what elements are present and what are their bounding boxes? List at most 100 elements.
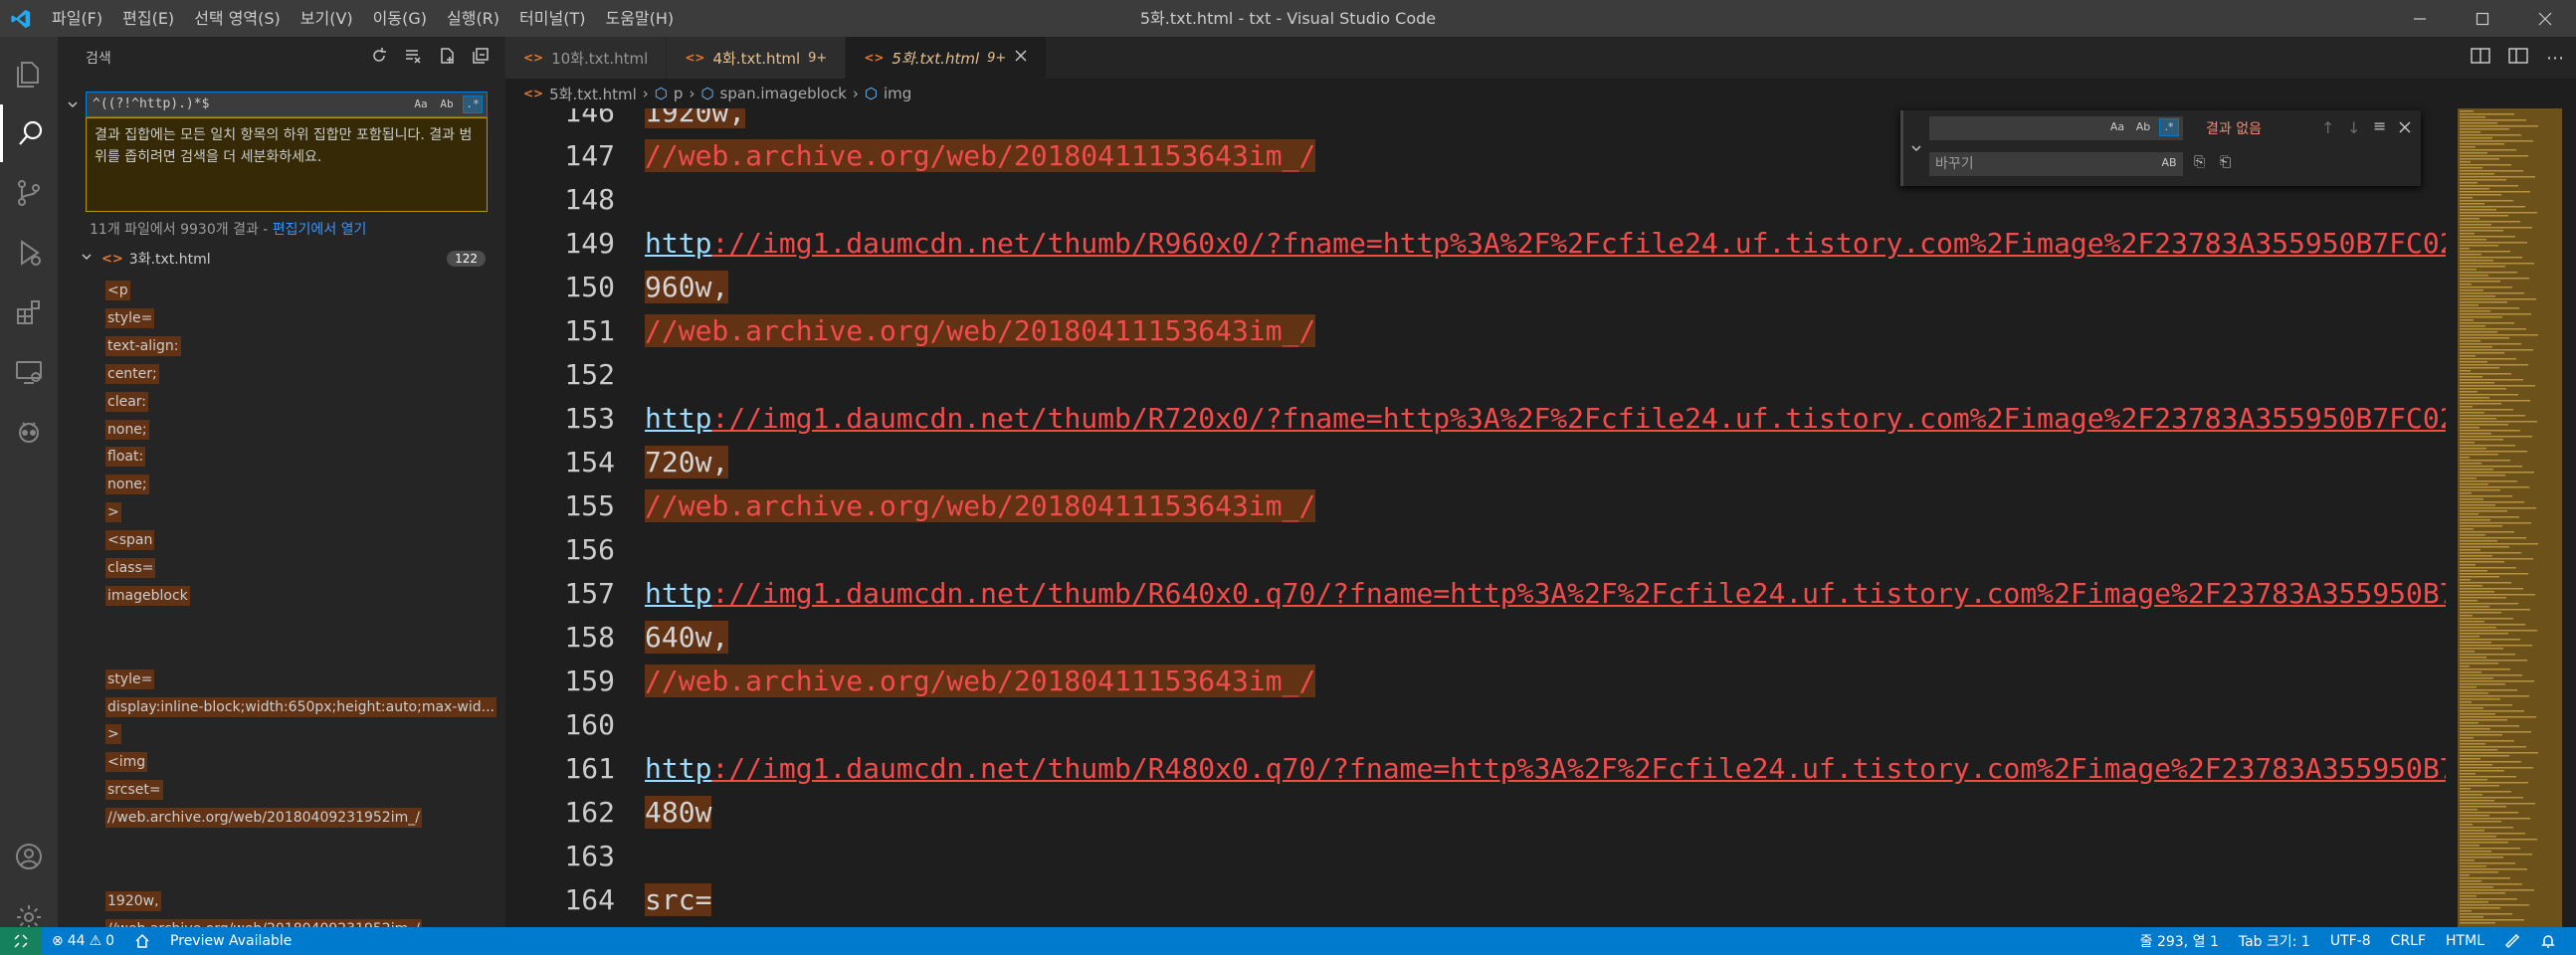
url-scheme-token[interactable]: http (645, 402, 711, 435)
home-icon[interactable] (124, 933, 160, 949)
problems-indicator[interactable]: ⊗ 44 ⚠ 0 (42, 933, 124, 949)
line-number: 153 (564, 402, 615, 435)
breadcrumb-item[interactable]: p (674, 85, 684, 102)
search-icon[interactable] (0, 104, 58, 162)
cursor-position[interactable]: 줄 293, 열 1 (2130, 931, 2229, 951)
find-input[interactable]: Aa Ab .* (1929, 116, 2183, 140)
toggle-replace-chevron-icon[interactable] (66, 96, 80, 115)
extensions-icon[interactable] (0, 284, 58, 341)
previous-match-icon[interactable]: ↑ (2321, 118, 2334, 137)
url-scheme-token[interactable]: http (645, 752, 711, 785)
collapse-all-icon[interactable] (472, 47, 490, 69)
copilot-icon[interactable] (0, 403, 58, 461)
run-debug-icon[interactable] (0, 224, 58, 282)
refresh-icon[interactable] (370, 47, 388, 69)
open-in-editor-link[interactable]: 편집기에서 열기 (273, 222, 367, 238)
match-whole-word-toggle[interactable]: Ab (437, 96, 457, 113)
next-match-icon[interactable]: ↓ (2347, 118, 2360, 137)
search-match-item[interactable]: <img (105, 752, 148, 773)
menu-view[interactable]: 보기(V) (291, 0, 363, 37)
search-warning-message: 결과 집합에는 모든 일치 항목의 하위 집합만 포함됩니다. 결과 범위를 좁… (86, 117, 488, 212)
menu-selection[interactable]: 선택 영역(S) (184, 0, 291, 37)
open-preview-icon[interactable] (2471, 47, 2490, 69)
search-match-item[interactable]: class= (105, 558, 156, 578)
feedback-icon[interactable] (2494, 933, 2530, 949)
search-match-item[interactable]: <span (105, 530, 155, 551)
url-scheme-token[interactable]: http (645, 227, 711, 260)
search-match-item[interactable]: none; (105, 475, 149, 495)
tab-bar: <> 10화.txt.html <> 4화.txt.html 9+ <> 5화.… (505, 37, 2576, 79)
search-match-item[interactable]: //web.archive.org/web/20180409231952im_/ (105, 808, 422, 829)
language-mode[interactable]: HTML (2436, 933, 2494, 949)
new-search-editor-icon[interactable] (438, 47, 456, 69)
remote-indicator-icon[interactable] (0, 927, 42, 955)
more-actions-icon[interactable]: ⋯ (2546, 48, 2564, 69)
replace-input[interactable]: 바꾸기 AB (1929, 152, 2183, 176)
minimap[interactable] (2452, 108, 2576, 927)
replace-all-icon[interactable]: ⎗ (2220, 154, 2231, 170)
remote-explorer-icon[interactable] (0, 343, 58, 401)
search-match-item[interactable]: > (105, 724, 121, 745)
search-match-item[interactable]: 1920w, (105, 890, 161, 911)
result-file-row[interactable]: <> 3화.txt.html 122 (80, 246, 497, 272)
breadcrumb-item[interactable]: span.imageblock (720, 85, 847, 102)
replace-one-icon[interactable]: ⎘ (2194, 154, 2205, 170)
search-match-item[interactable]: clear: (105, 391, 149, 412)
url-link-token[interactable]: ://img1.daumcdn.net/thumb/R720x0/?fname=… (711, 402, 2446, 435)
maximize-icon[interactable] (2451, 0, 2513, 37)
source-control-icon[interactable] (0, 164, 58, 222)
tab-size[interactable]: Tab 크기: 1 (2229, 931, 2320, 951)
close-window-icon[interactable] (2513, 0, 2576, 37)
match-case-toggle[interactable]: Aa (2107, 118, 2127, 136)
menu-go[interactable]: 이동(G) (363, 0, 437, 37)
end-of-line[interactable]: CRLF (2381, 933, 2436, 949)
tab-5-html[interactable]: <> 5화.txt.html 9+ (846, 37, 1048, 79)
preview-available-status[interactable]: Preview Available (160, 933, 301, 949)
use-regex-toggle[interactable]: .* (2159, 118, 2179, 136)
chevron-down-icon[interactable] (80, 250, 94, 268)
menu-terminal[interactable]: 터미널(T) (509, 0, 595, 37)
menu-help[interactable]: 도움말(H) (595, 0, 684, 37)
search-match-item[interactable]: srcset= (105, 780, 163, 801)
explorer-icon[interactable] (0, 45, 58, 102)
notifications-bell-icon[interactable] (2530, 933, 2566, 949)
minimize-icon[interactable] (2388, 0, 2451, 37)
search-match-item[interactable]: style= (105, 668, 155, 689)
tab-10-html[interactable]: <> 10화.txt.html (505, 37, 668, 79)
code-line: 159 //web.archive.org/web/20180411153643i… (505, 660, 2446, 703)
search-match-item[interactable]: imageblock (105, 585, 190, 606)
code-editor[interactable]: 146 1920w, 147 //web.archive.org/web/201804… (505, 108, 2446, 927)
menu-run[interactable]: 실행(R) (437, 0, 509, 37)
url-link-token[interactable]: ://img1.daumcdn.net/thumb/R480x0.q70/?fn… (711, 752, 2446, 785)
search-match-item[interactable]: none; (105, 419, 149, 440)
url-link-token[interactable]: ://img1.daumcdn.net/thumb/R960x0/?fname=… (711, 227, 2446, 260)
search-match-item[interactable]: center; (105, 363, 159, 384)
search-match-item[interactable]: float: (105, 447, 146, 468)
menu-file[interactable]: 파일(F) (42, 0, 112, 37)
search-input[interactable]: ^((?!^http).)*$ Aa Ab .* (86, 92, 488, 117)
line-number: 159 (564, 665, 615, 697)
tab-4-html[interactable]: <> 4화.txt.html 9+ (667, 37, 847, 79)
split-editor-icon[interactable] (2508, 47, 2528, 69)
find-in-selection-icon[interactable]: ≡ (2373, 116, 2386, 135)
account-icon[interactable] (0, 828, 58, 885)
menu-edit[interactable]: 편집(E) (112, 0, 184, 37)
search-match-item[interactable]: <p (105, 281, 130, 300)
use-regex-toggle[interactable]: .* (463, 96, 483, 113)
close-tab-icon[interactable] (1014, 49, 1028, 67)
breadcrumb-item[interactable]: img (884, 85, 911, 102)
toggle-replace-chevron-icon[interactable] (1909, 140, 1923, 159)
close-find-icon[interactable] (2399, 118, 2411, 137)
match-case-toggle[interactable]: Aa (411, 96, 431, 113)
preserve-case-toggle[interactable]: AB (2159, 154, 2179, 172)
search-match-item[interactable]: text-align: (105, 335, 181, 356)
url-link-token[interactable]: ://img1.daumcdn.net/thumb/R640x0.q70/?fn… (711, 577, 2446, 610)
search-match-item[interactable]: > (105, 502, 121, 523)
match-whole-word-toggle[interactable]: Ab (2133, 118, 2153, 136)
encoding[interactable]: UTF-8 (2320, 933, 2381, 949)
url-scheme-token[interactable]: http (645, 577, 711, 610)
breadcrumb-item[interactable]: 5화.txt.html (549, 84, 637, 104)
clear-results-icon[interactable] (404, 47, 422, 69)
search-match-item[interactable]: style= (105, 307, 155, 328)
search-match-item[interactable]: display:inline-block;width:650px;height:… (105, 696, 496, 717)
